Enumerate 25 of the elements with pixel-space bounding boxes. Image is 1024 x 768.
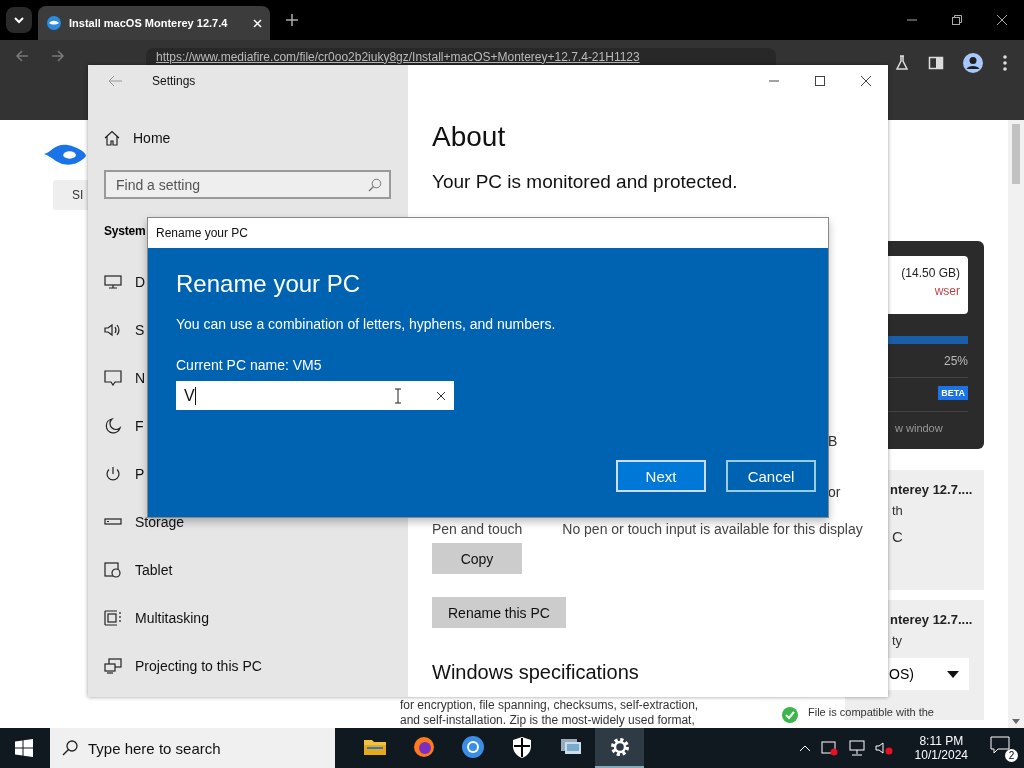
card-title: nterey 12.7....: [890, 612, 973, 627]
card-title: nterey 12.7....: [890, 482, 973, 497]
section-heading: System: [104, 223, 146, 239]
spec-text: B: [828, 433, 838, 449]
compatibility-text: File is compatible with the: [808, 706, 934, 718]
progress-reading: 25%: [943, 354, 968, 368]
warning-text: wser: [934, 284, 960, 298]
window-title: Settings: [152, 74, 196, 88]
card-text: ty: [892, 633, 903, 648]
card-text: C: [892, 528, 903, 545]
body-text: for encryption, file spanning, checksums, self-extraction,: [400, 698, 699, 712]
section-heading: Windows specifications: [432, 661, 639, 684]
dialog-heading: Rename your PC: [176, 270, 362, 298]
beta-badge: BETA: [938, 386, 968, 400]
current-name: Current PC name: VM5: [176, 357, 323, 373]
body-text: and self-installation. Zip is the most-widely used format,: [400, 713, 695, 727]
card-text: th: [892, 503, 903, 518]
file-size: (14.50 GB): [901, 266, 960, 280]
spec-text: or: [828, 484, 841, 500]
dialog-title: Rename your PC: [156, 226, 249, 240]
hint-text: You can use a combination of letters, hyphens, and numbers.: [176, 316, 557, 332]
status-text: Your PC is monitored and protected.: [432, 171, 738, 193]
spec-value: No pen or touch input is available for this display: [562, 521, 863, 537]
spec-label: Pen and touch: [432, 521, 523, 537]
page-heading: About: [432, 121, 506, 153]
